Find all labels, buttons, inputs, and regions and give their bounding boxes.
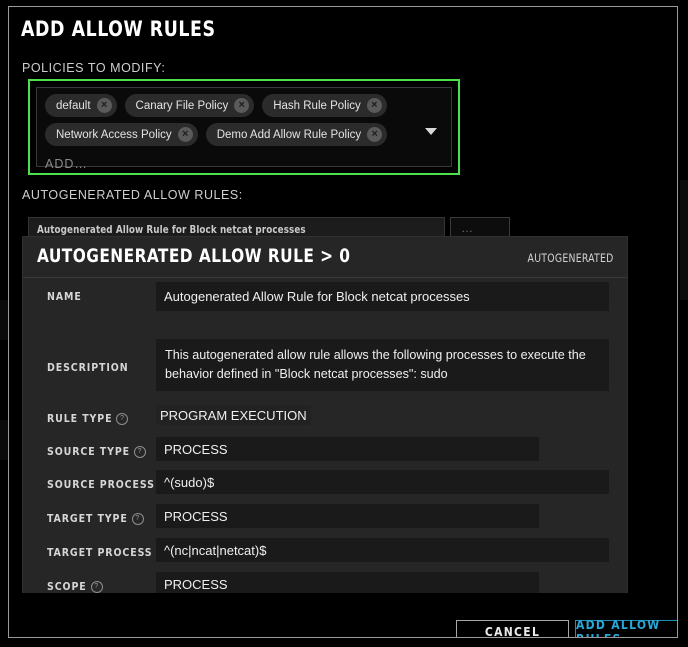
cancel-button[interactable]: CANCEL [456, 620, 569, 637]
close-circle-icon[interactable]: × [367, 127, 383, 142]
policy-chip-list: default × Canary File Policy × Hash Rule Pol… [45, 94, 413, 171]
page-title: ADD ALLOW RULES [21, 17, 216, 41]
policies-multiselect[interactable]: default × Canary File Policy × Hash Rule Pol… [36, 87, 452, 171]
field-label-source-type: SOURCE TYPE? [47, 446, 147, 458]
screen: ADD ALLOW RULES POLICIES TO MODIFY: defa… [0, 0, 688, 647]
field-label-text: NAME [47, 291, 82, 303]
chevron-down-icon[interactable] [425, 128, 437, 135]
field-value-source-process[interactable]: ^(sudo)$ [156, 470, 609, 494]
policy-chip[interactable]: default × [45, 94, 117, 117]
status-badge: AUTOGENERATED [527, 251, 614, 265]
policies-to-modify-field[interactable]: default × Canary File Policy × Hash Rule Pol… [28, 79, 460, 175]
field-value-target-process[interactable]: ^(nc|ncat|netcat)$ [156, 538, 609, 562]
field-label-scope: SCOPE? [47, 581, 103, 593]
field-label-target-type: TARGET TYPE? [47, 513, 144, 525]
field-value-description[interactable]: This autogenerated allow rule allows the… [156, 339, 609, 391]
backdrop-strip [0, 300, 8, 340]
policy-chip-label: Hash Rule Policy [273, 99, 361, 112]
policy-chip[interactable]: Canary File Policy × [124, 94, 255, 117]
field-label-text: SOURCE PROCESS [47, 479, 155, 491]
field-label-text: SCOPE [47, 581, 87, 593]
policy-chip-label: Network Access Policy [56, 128, 172, 141]
help-circle-icon[interactable]: ? [134, 446, 147, 458]
close-circle-icon[interactable]: × [177, 127, 193, 142]
field-label-text: TARGET TYPE [47, 513, 128, 525]
detail-panel-header: AUTOGENERATED ALLOW RULE > 0 AUTOGENERAT… [23, 237, 627, 278]
field-value-target-type[interactable]: PROCESS [156, 504, 539, 528]
field-label-text: TARGET PROCESS [47, 547, 153, 559]
field-label-text: SOURCE TYPE [47, 446, 131, 458]
close-circle-icon[interactable]: × [366, 98, 382, 113]
detail-panel-fields: NAME Autogenerated Allow Rule for Block n… [23, 277, 627, 625]
policy-chip[interactable]: Hash Rule Policy × [262, 94, 387, 117]
backdrop-strip [0, 420, 8, 460]
field-label-name: NAME [47, 291, 82, 303]
help-circle-icon[interactable]: ? [116, 413, 129, 425]
field-value-rule-type[interactable]: PROGRAM EXECUTION [156, 405, 311, 425]
field-label-target-process: TARGET PROCESS? [47, 547, 169, 559]
field-label-rule-type: RULE TYPE? [47, 413, 129, 425]
detail-panel-title: AUTOGENERATED ALLOW RULE > 0 [37, 245, 351, 267]
autogenerated-rules-section-label: AUTOGENERATED ALLOW RULES: [22, 188, 243, 202]
field-value-name[interactable]: Autogenerated Allow Rule for Block netca… [156, 282, 609, 311]
field-label-source-process: SOURCE PROCESS? [47, 479, 171, 491]
field-label-text: RULE TYPE [47, 413, 113, 425]
help-circle-icon[interactable]: ? [131, 513, 144, 525]
add-allow-rules-modal: ADD ALLOW RULES POLICIES TO MODIFY: defa… [8, 6, 678, 638]
policy-chip-label: Canary File Policy [135, 99, 229, 112]
add-allow-rules-button[interactable]: ADD ALLOW RULES [575, 618, 677, 637]
backdrop-strip [680, 180, 688, 300]
close-circle-icon[interactable]: × [96, 98, 112, 113]
autogenerated-rule-name: Autogenerated Allow Rule for Block netca… [37, 224, 306, 236]
policy-add-placeholder[interactable]: ADD… [45, 152, 88, 175]
policies-section-label: POLICIES TO MODIFY: [22, 61, 166, 75]
ellipsis-icon: … [461, 221, 474, 235]
field-value-source-type[interactable]: PROCESS [156, 437, 539, 461]
field-label-description: DESCRIPTION [47, 362, 129, 374]
policy-chip[interactable]: Network Access Policy × [45, 123, 198, 146]
autogenerated-allow-rule-detail-panel: AUTOGENERATED ALLOW RULE > 0 AUTOGENERAT… [23, 237, 627, 625]
policy-chip-label: default [56, 99, 91, 112]
close-circle-icon[interactable]: × [234, 98, 250, 113]
help-circle-icon[interactable]: ? [90, 581, 103, 593]
policy-chip-label: Demo Add Allow Rule Policy [216, 128, 362, 141]
policy-chip[interactable]: Demo Add Allow Rule Policy × [205, 123, 388, 146]
field-label-text: DESCRIPTION [47, 362, 129, 374]
